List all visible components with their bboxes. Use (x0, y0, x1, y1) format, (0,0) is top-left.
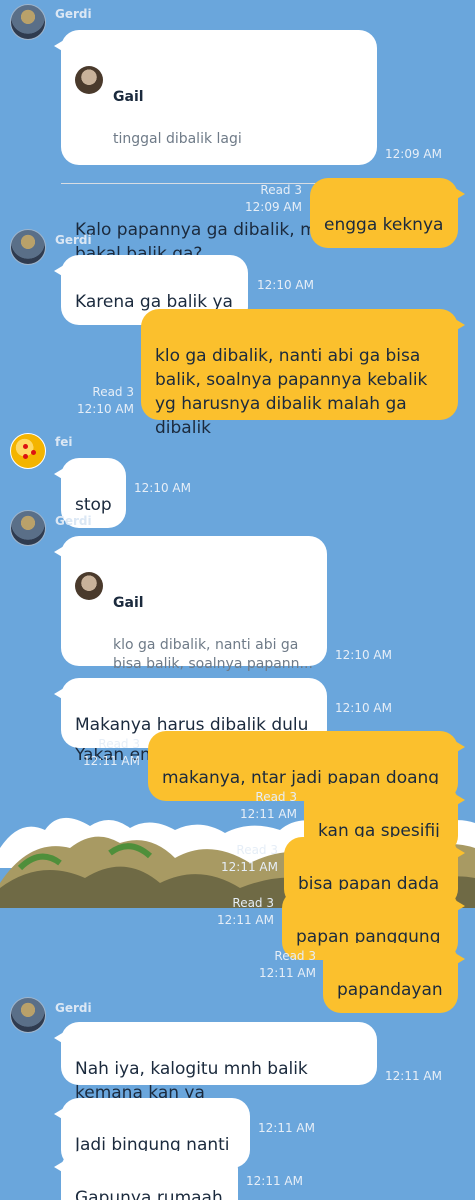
message-time: 12:09 AM (245, 200, 302, 214)
message-bubble[interactable]: papandayan (323, 943, 465, 1013)
message-bubble[interactable]: klo ga dibalik, nanti abi ga bisa balik,… (141, 309, 465, 438)
message-text: Nah iya, kalogitu mnh balik kemana kan y… (75, 1059, 308, 1103)
message-time: 12:11 AM (240, 807, 297, 821)
quote-text: tinggal dibalik lagi (113, 131, 242, 147)
message-time: 12:11 AM (258, 1121, 315, 1135)
quote-avatar (75, 66, 103, 94)
avatar-gerdi[interactable] (10, 510, 46, 546)
avatar-fei[interactable] (10, 433, 46, 469)
read-receipt: Read 3 (274, 949, 316, 963)
message-text: stop (75, 495, 112, 515)
message-time: 12:10 AM (77, 402, 134, 416)
message-time: 12:11 AM (385, 1069, 442, 1083)
read-receipt: Read 3 (236, 843, 278, 857)
message-bubble[interactable]: engga keknya (310, 178, 465, 248)
message-time: 12:10 AM (257, 278, 314, 292)
sender-name: fei (55, 435, 73, 449)
message-time: 12:09 AM (385, 147, 442, 161)
quote-text: klo ga dibalik, nanti abi ga bisa balik,… (113, 637, 313, 672)
message-time: 12:11 AM (221, 860, 278, 874)
reply-quote[interactable]: Gail tinggal dibalik lagi (61, 54, 377, 184)
message-bubble[interactable]: Gail tinggal dibalik lagi Kalo papannya … (54, 30, 377, 264)
message-time: 12:11 AM (83, 754, 140, 768)
message-bubble[interactable]: Nah iya, kalogitu mnh balik kemana kan y… (54, 1022, 377, 1103)
quote-sender: Gail (113, 89, 144, 105)
message-time: 12:11 AM (259, 966, 316, 980)
avatar-gerdi[interactable] (10, 997, 46, 1033)
message-text: engga keknya (324, 215, 444, 235)
quote-sender: Gail (113, 595, 144, 611)
sender-name: Gerdi (55, 1001, 92, 1015)
chat-view[interactable]: Gerdi Gail tinggal dibalik lagi Kalo pap… (0, 0, 475, 1200)
read-receipt: Read 3 (260, 183, 302, 197)
message-time: 12:11 AM (217, 913, 274, 927)
avatar-gerdi[interactable] (10, 4, 46, 40)
sender-name: Gerdi (55, 7, 92, 21)
message-text: klo ga dibalik, nanti abi ga bisa balik,… (155, 346, 428, 438)
sender-name: Gerdi (55, 233, 92, 247)
avatar-gerdi[interactable] (10, 229, 46, 265)
message-text: Gapunya rumaah (75, 1188, 223, 1200)
message-time: 12:10 AM (335, 648, 392, 662)
message-bubble[interactable]: Gail klo ga dibalik, nanti abi ga bisa b… (54, 536, 327, 765)
message-time: 12:10 AM (134, 481, 191, 495)
sender-name: Gerdi (55, 514, 92, 528)
message-text: papandayan (337, 980, 443, 1000)
message-time: 12:10 AM (335, 701, 392, 715)
message-bubble[interactable]: Gapunya rumaah (54, 1151, 238, 1200)
message-time: 12:11 AM (246, 1174, 303, 1188)
read-receipt: Read 3 (255, 790, 297, 804)
read-receipt: Read 3 (92, 385, 134, 399)
read-receipt: Read 3 (232, 896, 274, 910)
quote-avatar (75, 572, 103, 600)
read-receipt: Read 3 (98, 737, 140, 751)
